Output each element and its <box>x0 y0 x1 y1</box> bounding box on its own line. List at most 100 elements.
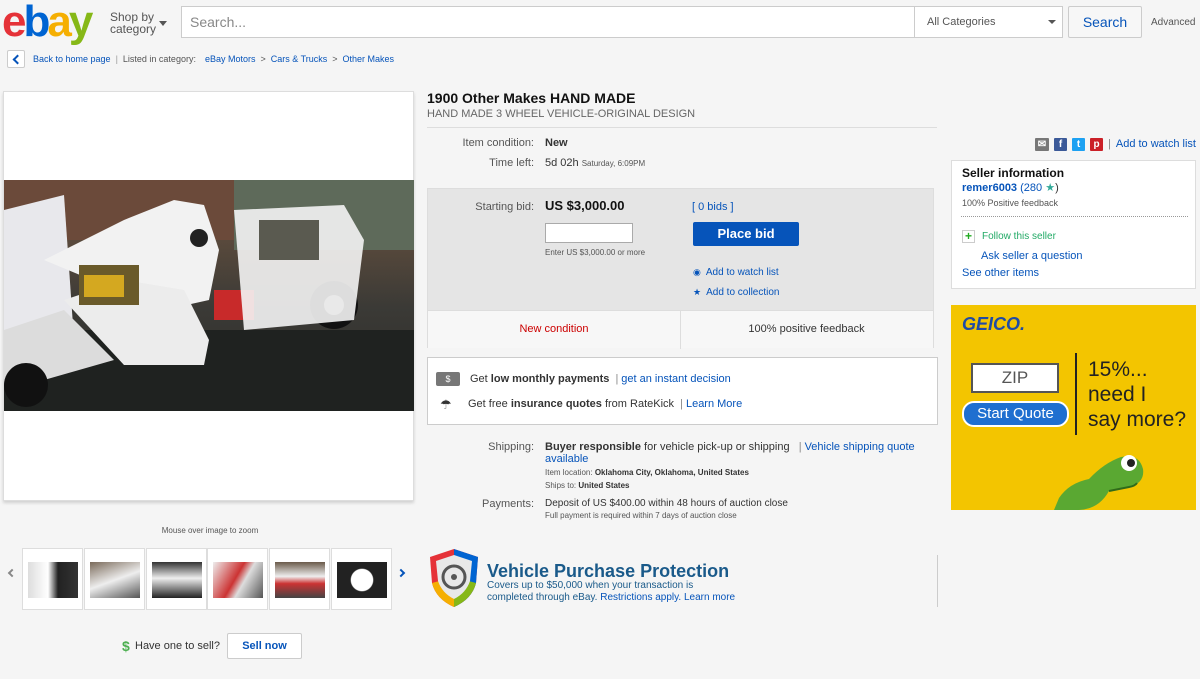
ask-seller-link[interactable]: Ask seller a question <box>981 250 1083 262</box>
have-one-label: Have one to sell? <box>135 640 220 652</box>
bid-amount-input[interactable] <box>545 223 633 243</box>
star-icon: ★ <box>1045 182 1056 194</box>
plus-icon[interactable]: + <box>962 230 975 243</box>
starting-bid-price: US $3,000.00 <box>545 198 625 213</box>
instant-decision-link[interactable]: get an instant decision <box>621 373 730 385</box>
back-to-home-link[interactable]: Back to home page <box>33 54 111 64</box>
positive-feedback-badge: 100% positive feedback <box>680 311 932 349</box>
shipping-text: for vehicle pick-up or shipping <box>644 441 790 453</box>
ad-line-2: need I <box>1088 383 1147 406</box>
ships-to-value: United States <box>578 481 630 490</box>
gecko-image <box>1049 443 1149 510</box>
see-other-items-link[interactable]: See other items <box>962 267 1039 279</box>
email-icon[interactable]: ✉ <box>1035 137 1049 151</box>
ad-line-3: say more? <box>1088 408 1187 431</box>
chevron-right-icon[interactable] <box>396 568 406 578</box>
seller-heading: Seller information <box>962 166 1065 180</box>
category-label: category <box>110 22 157 36</box>
add-to-watch-list-link[interactable]: Add to watch list <box>1116 138 1196 150</box>
sell-now-button[interactable]: Sell now <box>227 633 302 659</box>
score-close: ) <box>1055 182 1059 194</box>
umbrella-icon: ☂ <box>440 397 452 412</box>
item-location: Item location: Oklahoma City, Oklahoma, … <box>545 468 749 477</box>
separator: | <box>1108 138 1111 150</box>
follow-seller-link[interactable]: Follow this seller <box>982 231 1056 242</box>
bid-panel: Starting bid: US $3,000.00 [ 0 bids ] En… <box>427 188 934 349</box>
time-left-value: 5d 02h Saturday, 6:09PM <box>545 157 645 169</box>
shipping-quote-link[interactable]: Vehicle shipping quote <box>805 441 915 453</box>
starting-bid-label: Starting bid: <box>475 201 534 213</box>
category-select[interactable]: All Categories <box>914 7 1064 37</box>
thumbnail[interactable] <box>331 548 392 610</box>
time-left-label: Time left: <box>489 157 534 169</box>
divider <box>427 127 937 128</box>
thumbnail[interactable] <box>84 548 145 610</box>
shipping-quote-link-2[interactable]: available <box>545 453 588 465</box>
shipping-label: Shipping: <box>488 441 534 453</box>
vpp-line-2-text: completed through eBay. <box>487 592 598 603</box>
seller-name-row: remer6003 (280 ★) <box>962 181 1059 194</box>
chevron-down-icon <box>159 21 167 26</box>
breadcrumb-ebay-motors[interactable]: eBay Motors <box>205 54 256 64</box>
location-label: Item location: <box>545 468 593 477</box>
breadcrumb-cars-trucks[interactable]: Cars & Trucks <box>271 54 328 64</box>
geico-ad[interactable]: GEICO. ZIP Start Quote 15%... need I say… <box>951 305 1196 510</box>
ad-line-1: 15%... <box>1088 358 1148 381</box>
star-icon: ★ <box>693 287 702 297</box>
insurance-mid: from RateKick <box>604 398 675 410</box>
advanced-search-link[interactable]: Advanced <box>1151 17 1195 28</box>
watch-label: Add to watch list <box>705 267 779 278</box>
feedback-score[interactable]: (280 <box>1020 182 1042 194</box>
thumbnail[interactable] <box>146 548 207 610</box>
location-value: Oklahoma City, Oklahoma, United States <box>594 468 749 477</box>
chevron-down-icon <box>1048 20 1056 24</box>
add-to-collection-link[interactable]: ★ Add to collection <box>693 287 779 298</box>
back-arrow-icon[interactable] <box>7 50 25 68</box>
twitter-icon[interactable]: t <box>1072 137 1085 151</box>
shop-by-category[interactable]: Shop by category <box>110 11 167 36</box>
start-quote-button[interactable]: Start Quote <box>962 401 1069 427</box>
ebay-logo[interactable]: ebay <box>2 0 93 44</box>
seller-name-link[interactable]: remer6003 <box>962 182 1017 194</box>
thumbnail-strip <box>0 544 420 612</box>
collection-label: Add to collection <box>706 287 780 298</box>
vpp-line-2: completed through eBay. Restrictions app… <box>487 592 787 604</box>
geico-logo: GEICO. <box>962 314 1026 334</box>
pinterest-icon[interactable]: p <box>1090 137 1103 151</box>
finance-box: $ Get low monthly payments | get an insta… <box>427 357 938 425</box>
thumbnail[interactable] <box>207 548 268 610</box>
seller-info-box: Seller information remer6003 (280 ★) 100… <box>951 160 1196 289</box>
add-to-watch-list-link[interactable]: ◉ Add to watch list <box>693 267 779 278</box>
breadcrumb-separator: > <box>332 54 338 64</box>
separator: | <box>798 441 802 453</box>
payments-label: Payments: <box>482 498 534 510</box>
restrictions-link[interactable]: Restrictions apply. <box>600 592 681 603</box>
search-button[interactable]: Search <box>1068 6 1142 38</box>
share-row: ✉ f t p | Add to watch list <box>1035 137 1196 151</box>
chevron-left-icon[interactable] <box>7 568 17 578</box>
ships-to: Ships to: United States <box>545 481 630 490</box>
search-input[interactable] <box>182 7 912 37</box>
vpp-line-1: Covers up to $50,000 when your transacti… <box>487 580 694 591</box>
time-left: 5d 02h <box>545 157 579 169</box>
breadcrumb-other-makes[interactable]: Other Makes <box>343 54 395 64</box>
positive-feedback: 100% Positive feedback <box>962 198 1059 208</box>
main-image-frame[interactable] <box>3 91 414 501</box>
divider <box>937 555 938 607</box>
thumbnail[interactable] <box>269 548 330 610</box>
zip-input[interactable]: ZIP <box>971 363 1059 393</box>
search-bar: All Categories <box>181 6 1063 38</box>
bid-count-link[interactable]: [ 0 bids ] <box>692 201 734 213</box>
vpp-text: Covers up to $50,000 when your transacti… <box>487 580 787 604</box>
facebook-icon[interactable]: f <box>1054 137 1067 151</box>
learn-more-link[interactable]: Learn More <box>686 398 742 410</box>
bid-badges: New condition 100% positive feedback <box>428 310 933 349</box>
vehicle-photo[interactable] <box>4 180 414 411</box>
condition-label: Item condition: <box>462 137 534 149</box>
separator: | <box>680 398 683 410</box>
item-title: 1900 Other Makes HAND MADE <box>427 90 636 106</box>
vpp-learn-more-link[interactable]: Learn more <box>684 592 735 603</box>
thumbnail[interactable] <box>22 548 83 610</box>
place-bid-button[interactable]: Place bid <box>693 222 799 246</box>
breadcrumb: Back to home page | Listed in category: … <box>7 50 399 68</box>
